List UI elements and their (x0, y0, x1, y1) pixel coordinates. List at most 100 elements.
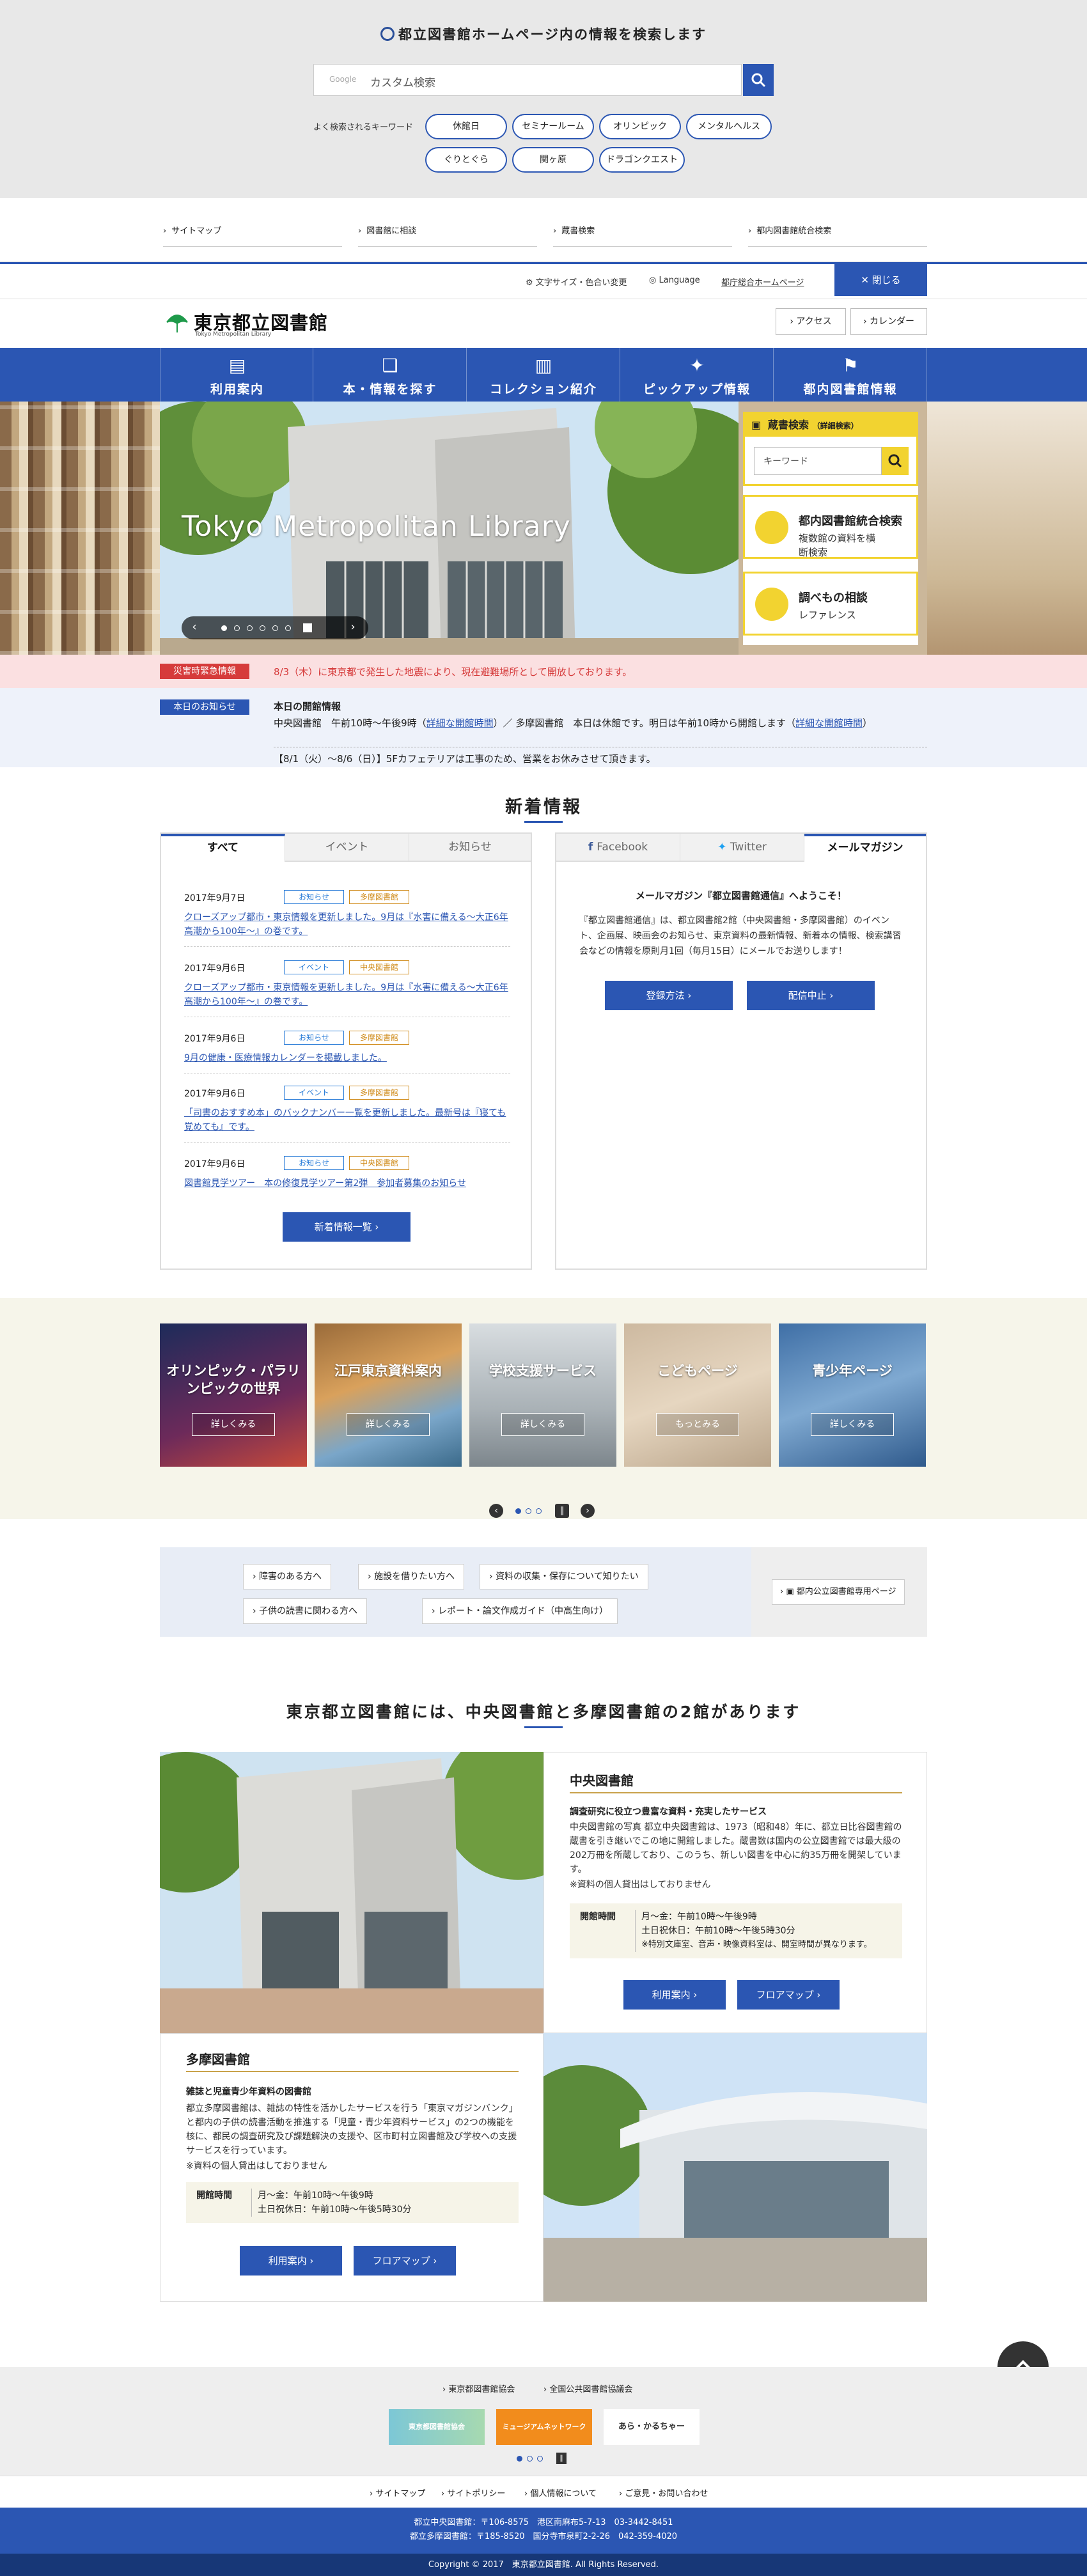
banner-prev-button[interactable]: ‹ (489, 1504, 503, 1518)
news-link[interactable]: 9月の健康・医療情報カレンダーを掲載しました。 (184, 1051, 510, 1065)
banner-more-button[interactable]: 詳しくみる (192, 1413, 275, 1436)
partner-pause-button[interactable]: ∥ (556, 2453, 567, 2464)
banner-dot[interactable] (515, 1508, 521, 1514)
book-search-input[interactable]: キーワード (754, 447, 882, 475)
tab-facebook[interactable]: f Facebook (556, 834, 680, 862)
hours-detail-link[interactable]: 詳細な開館時間 (795, 717, 863, 729)
access-button[interactable]: › アクセス (776, 308, 846, 335)
nav-item-libraries[interactable]: ⚑ 都内図書館情報 (774, 348, 927, 402)
footer-link[interactable]: › サイトマップ (370, 2486, 425, 2499)
public-library-page-link[interactable]: ▣ 都内公立図書館専用ページ (772, 1579, 905, 1605)
calendar-button[interactable]: › カレンダー (850, 308, 927, 335)
footer-link[interactable]: › サイトポリシー (441, 2486, 505, 2499)
quick-link-catalog[interactable]: 蔵書検索 (553, 224, 732, 247)
keyword-chip[interactable]: セミナールーム (512, 114, 594, 139)
banner-pause-button[interactable]: ∥ (555, 1504, 569, 1518)
guide-link[interactable]: 資料の収集・保存について知りたい (480, 1564, 648, 1589)
carousel-dot[interactable] (285, 625, 291, 631)
carousel-dot[interactable] (247, 625, 253, 631)
keyword-chip[interactable]: 関ヶ原 (512, 147, 594, 173)
reference-card[interactable]: 調べもの相談 レファレンス (743, 572, 918, 636)
news-link[interactable]: クローズアップ都市・東京情報を更新しました。9月は『水害に備える〜大正6年高潮か… (184, 910, 510, 939)
integrated-search-card[interactable]: 都内図書館統合検索 複数館の資料を横断検索 (743, 495, 918, 559)
partner-dot[interactable] (537, 2456, 543, 2462)
tab-notice[interactable]: お知らせ (409, 834, 531, 862)
carousel-prev-button[interactable]: ‹ (187, 620, 202, 636)
nav-item-collection[interactable]: ▥ コレクション紹介 (467, 348, 620, 402)
footer-link[interactable]: › 個人情報について (524, 2486, 597, 2499)
guide-link[interactable]: レポート・論文作成ガイド（中高生向け） (422, 1598, 618, 1624)
quick-link-sitemap[interactable]: サイトマップ (163, 224, 342, 247)
partner-banner[interactable]: あら・かるちゃー (604, 2409, 700, 2445)
carousel-dot[interactable] (221, 625, 227, 631)
tama-floormap-button[interactable]: フロアマップ (354, 2246, 456, 2275)
register-button[interactable]: 登録方法 (605, 981, 733, 1010)
search-button[interactable] (743, 64, 774, 96)
banner-dot[interactable] (526, 1508, 531, 1514)
news-link[interactable]: クローズアップ都市・東京情報を更新しました。9月は『水害に備える〜大正6年高潮か… (184, 981, 510, 1009)
search-input[interactable]: Google カスタム検索 (313, 64, 742, 96)
nav-item-pickup[interactable]: ✦ ピックアップ情報 (620, 348, 774, 402)
banner-next-button[interactable]: › (581, 1504, 595, 1518)
tab-event[interactable]: イベント (285, 834, 409, 862)
partner-dot[interactable] (527, 2456, 533, 2462)
footer-link[interactable]: › ご意見・お問い合わせ (619, 2486, 708, 2499)
carousel-dot[interactable] (272, 625, 278, 631)
keyword-chip[interactable]: ぐりとぐら (425, 147, 507, 173)
guide-link[interactable]: 子供の読書に関わる方へ (243, 1598, 368, 1624)
partner-banner[interactable]: ミュージアムネットワーク (496, 2409, 592, 2445)
notice-cafe: 【8/1（火）〜8/6（日）】5Fカフェテリアは工事のため、営業をお休みさせて頂… (274, 753, 656, 765)
news-link[interactable]: 「司書のおすすめ本」のバックナンバー一覧を更新しました。最新号は『寝ても覚めても… (184, 1106, 510, 1134)
banner-olympics[interactable]: オリンピック・パラリンピックの世界 詳しくみる (160, 1323, 307, 1467)
assoc-link[interactable]: › 全国公共図書館協議会 (544, 2382, 632, 2394)
nav-item-guide[interactable]: ▤ 利用案内 (160, 348, 313, 402)
close-button[interactable]: ✕ 閉じる (834, 264, 927, 296)
tab-mail-magazine[interactable]: メールマガジン (804, 834, 926, 862)
keywords-label: よく検索されるキーワード (313, 123, 414, 132)
banner-school-support[interactable]: 学校支援サービス 詳しくみる (469, 1323, 616, 1467)
ginkgo-logo-icon[interactable] (165, 312, 189, 334)
carousel-dot[interactable] (260, 625, 265, 631)
book-search-detail-link[interactable]: （詳細検索） (813, 421, 859, 430)
hours-detail-link[interactable]: 詳細な開館時間 (426, 717, 494, 729)
keyword-chip[interactable]: 休館日 (425, 114, 507, 139)
banner-more-button[interactable]: 詳しくみる (501, 1413, 584, 1436)
tab-twitter[interactable]: ✦ Twitter (680, 834, 804, 862)
tama-guide-button[interactable]: 利用案内 (240, 2246, 342, 2275)
banner-edo-tokyo[interactable]: 江戸東京資料案内 詳しくみる (315, 1323, 462, 1467)
category-badge: お知らせ (284, 1031, 344, 1045)
news-more-button[interactable]: 新着情報一覧 (283, 1212, 411, 1242)
book-search-button[interactable] (882, 447, 909, 475)
banner-youth[interactable]: 青少年ページ 詳しくみる (779, 1323, 926, 1467)
quick-link-integrated[interactable]: 都内図書館統合検索 (748, 224, 927, 247)
assoc-link[interactable]: › 東京都図書館協会 (442, 2382, 515, 2394)
font-color-link[interactable]: ⚙ 文字サイズ・色合い変更 (526, 276, 627, 288)
banner-kids[interactable]: こどもページ もっとみる (624, 1323, 771, 1467)
partner-dot[interactable] (517, 2456, 522, 2462)
partner-banner[interactable]: 東京都図書館協会 (389, 2409, 485, 2445)
central-guide-button[interactable]: 利用案内 (623, 1980, 726, 2010)
utility-bar: ⚙ 文字サイズ・色合い変更 ◎ Language 都庁総合ホームページ ✕ 閉じ… (0, 262, 1087, 299)
unsubscribe-button[interactable]: 配信中止 (747, 981, 875, 1010)
news-link[interactable]: 図書館見学ツアー 本の修復見学ツアー第2弾 参加者募集のお知らせ (184, 1176, 510, 1190)
quick-link-consult[interactable]: 図書館に相談 (358, 224, 537, 247)
banner-carousel: オリンピック・パラリンピックの世界 詳しくみる 江戸東京資料案内 詳しくみる 学… (0, 1298, 1087, 1519)
gov-link[interactable]: 都庁総合ホームページ (721, 276, 804, 288)
guide-link[interactable]: 障害のある方へ (243, 1564, 332, 1589)
keyword-chip[interactable]: メンタルヘルス (686, 114, 772, 139)
banner-more-button[interactable]: 詳しくみる (347, 1413, 430, 1436)
book-search-heading[interactable]: 蔵書検索 (768, 419, 809, 431)
banner-dot[interactable] (536, 1508, 542, 1514)
banner-more-button[interactable]: 詳しくみる (811, 1413, 894, 1436)
banner-more-button[interactable]: もっとみる (656, 1413, 739, 1436)
carousel-next-button[interactable]: › (345, 620, 361, 636)
guide-link[interactable]: 施設を借りたい方へ (358, 1564, 465, 1589)
keyword-chip[interactable]: ドラゴンクエスト (599, 147, 685, 173)
tab-all[interactable]: すべて (161, 834, 285, 862)
central-floormap-button[interactable]: フロアマップ (737, 1980, 840, 2010)
nav-item-search-books[interactable]: ❏ 本・情報を探す (313, 348, 467, 402)
keyword-chip[interactable]: オリンピック (599, 114, 681, 139)
carousel-pause-button[interactable] (303, 623, 312, 632)
language-link[interactable]: ◎ Language (649, 276, 700, 285)
carousel-dot[interactable] (234, 625, 240, 631)
